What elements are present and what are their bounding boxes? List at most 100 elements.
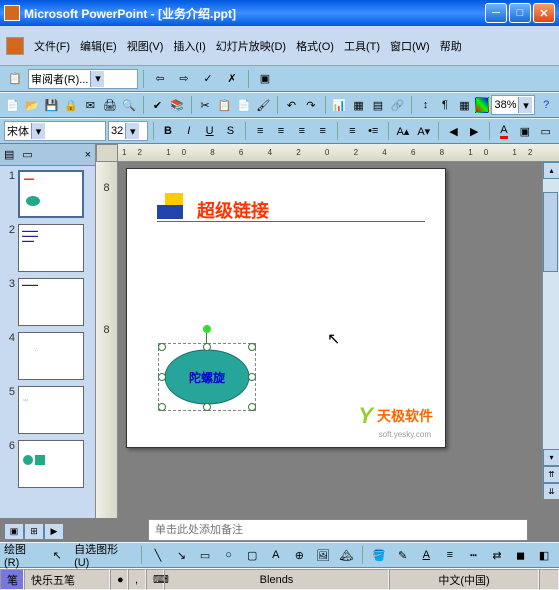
align-left-button[interactable]: ≡	[251, 121, 270, 141]
shadow-button[interactable]: S	[221, 121, 240, 141]
autoshapes-menu[interactable]: 自选图形(U)	[74, 541, 132, 569]
rotation-handle[interactable]	[203, 325, 211, 333]
picture-button[interactable]: 🏔	[336, 545, 358, 565]
close-button[interactable]: ✕	[533, 3, 555, 23]
menu-tools[interactable]: 工具(T)	[344, 38, 380, 54]
reviewer-combo[interactable]: 审阅者(R)... ▾	[28, 69, 138, 89]
font-combo[interactable]: 宋体 ▾	[4, 121, 106, 141]
wordart-button[interactable]: A	[265, 545, 287, 565]
dash-style-button[interactable]: ┅	[463, 545, 485, 565]
slide-canvas[interactable]: 超级链接 陀螺旋 Y	[126, 168, 452, 482]
prev-change-button[interactable]: ⇦	[149, 69, 171, 89]
slide-thumbnail[interactable]	[18, 440, 84, 488]
align-right-button[interactable]: ≡	[292, 121, 311, 141]
reject-button[interactable]: ✗	[221, 69, 243, 89]
thumbnail-item[interactable]: 2 ▬▬▬▬▬▬▬▬▬▬▬	[4, 224, 91, 272]
select-button[interactable]: ↖	[47, 545, 69, 565]
textbox-button[interactable]: ▢	[241, 545, 263, 565]
increase-font-button[interactable]: A▴	[393, 121, 412, 141]
prev-slide-button[interactable]: ⇈	[543, 466, 559, 483]
fill-color-button[interactable]: 🪣	[368, 545, 390, 565]
hyperlink-button[interactable]: 🔗	[389, 95, 406, 115]
expand-button[interactable]: ↕	[417, 95, 434, 115]
resize-handle[interactable]	[203, 343, 211, 351]
vertical-scrollbar[interactable]: ▴ ▾ ⇈ ⇊	[542, 162, 559, 500]
chart-button[interactable]: 📊	[330, 95, 347, 115]
ime-keyboard-button[interactable]: ⌨	[146, 569, 164, 590]
new-slide-button[interactable]: ▭	[536, 121, 555, 141]
next-change-button[interactable]: ⇨	[173, 69, 195, 89]
thumbnail-item[interactable]: 6	[4, 440, 91, 488]
menu-format[interactable]: 格式(O)	[296, 38, 334, 54]
slide-thumbnail[interactable]: ∴∴	[18, 332, 84, 380]
line-style-button[interactable]: ≡	[439, 545, 461, 565]
font-color-button[interactable]: A	[495, 121, 514, 141]
paste-button[interactable]: 📄	[235, 95, 252, 115]
fontsize-combo[interactable]: 32 ▾	[108, 121, 148, 141]
open-button[interactable]: 📂	[23, 95, 40, 115]
spelling-button[interactable]: ✔	[149, 95, 166, 115]
decrease-font-button[interactable]: A▾	[414, 121, 433, 141]
scrollbar-thumb[interactable]	[543, 192, 558, 272]
menu-edit[interactable]: 编辑(E)	[80, 38, 117, 54]
undo-button[interactable]: ↶	[283, 95, 300, 115]
line-color-button[interactable]: ✎	[392, 545, 414, 565]
accept-button[interactable]: ✓	[197, 69, 219, 89]
redo-button[interactable]: ↷	[302, 95, 319, 115]
sorter-view-button[interactable]: ⊞	[24, 523, 44, 540]
slide-thumbnail[interactable]: ▬▬	[18, 170, 84, 218]
oval-button[interactable]: ○	[218, 545, 240, 565]
diagram-button[interactable]: ⊕	[289, 545, 311, 565]
ime-punct-button[interactable]: ,	[128, 569, 146, 590]
scroll-up-button[interactable]: ▴	[543, 162, 559, 179]
menu-file[interactable]: 文件(F)	[34, 38, 70, 54]
draw-menu[interactable]: 绘图(R)	[4, 541, 41, 569]
scroll-down-button[interactable]: ▾	[543, 449, 559, 466]
help-button[interactable]: ?	[537, 95, 554, 115]
next-slide-button[interactable]: ⇊	[543, 483, 559, 500]
thumbnail-item[interactable]: 4 ∴∴	[4, 332, 91, 380]
normal-view-button[interactable]: ▣	[4, 523, 24, 540]
increase-indent-button[interactable]: ▶	[465, 121, 484, 141]
resize-handle[interactable]	[248, 403, 256, 411]
grid-button[interactable]: ▦	[456, 95, 473, 115]
resize-handle[interactable]	[158, 343, 166, 351]
arrow-button[interactable]: ↘	[171, 545, 193, 565]
3d-style-button[interactable]: ◧	[533, 545, 555, 565]
new-button[interactable]: 📄	[4, 95, 21, 115]
selected-ellipse-shape[interactable]: 陀螺旋	[162, 347, 252, 407]
rectangle-button[interactable]: ▭	[194, 545, 216, 565]
color-button[interactable]	[475, 97, 489, 113]
outline-tab[interactable]: ▤	[4, 148, 14, 161]
resize-handle[interactable]	[248, 343, 256, 351]
ime-mode-button[interactable]: ●	[110, 569, 128, 590]
menu-slideshow[interactable]: 幻灯片放映(D)	[216, 38, 286, 54]
italic-button[interactable]: I	[179, 121, 198, 141]
align-center-button[interactable]: ≡	[272, 121, 291, 141]
slide[interactable]: 超级链接 陀螺旋 Y	[126, 168, 446, 448]
thumbnail-item[interactable]: 3 ▬▬▬▬	[4, 278, 91, 326]
thumbnail-item[interactable]: 1 ▬▬	[4, 170, 91, 218]
vertical-ruler[interactable]: 8 8	[96, 162, 118, 518]
permission-button[interactable]: 🔒	[62, 95, 79, 115]
menu-view[interactable]: 视图(V)	[127, 38, 164, 54]
design-button[interactable]: ▣	[515, 121, 534, 141]
email-button[interactable]: ✉	[82, 95, 99, 115]
preview-button[interactable]: 🔍	[121, 95, 138, 115]
zoom-combo[interactable]: 38% ▾	[491, 95, 535, 115]
minimize-button[interactable]: ─	[485, 3, 507, 23]
close-panel-button[interactable]: ×	[85, 149, 91, 161]
line-button[interactable]: ╲	[147, 545, 169, 565]
shape-text[interactable]: 陀螺旋	[162, 369, 252, 386]
menu-insert[interactable]: 插入(I)	[173, 38, 205, 54]
ime-name[interactable]: 快乐五笔	[24, 569, 110, 590]
slideshow-button[interactable]: ▶	[44, 523, 64, 540]
underline-button[interactable]: U	[200, 121, 219, 141]
arrow-style-button[interactable]: ⇄	[486, 545, 508, 565]
tables-borders-button[interactable]: ▤	[369, 95, 386, 115]
font-color-button[interactable]: A	[415, 545, 437, 565]
save-button[interactable]: 💾	[43, 95, 60, 115]
slide-thumbnail[interactable]: 〰	[18, 386, 84, 434]
resize-handle[interactable]	[158, 403, 166, 411]
end-review-button[interactable]: ▣	[254, 69, 276, 89]
